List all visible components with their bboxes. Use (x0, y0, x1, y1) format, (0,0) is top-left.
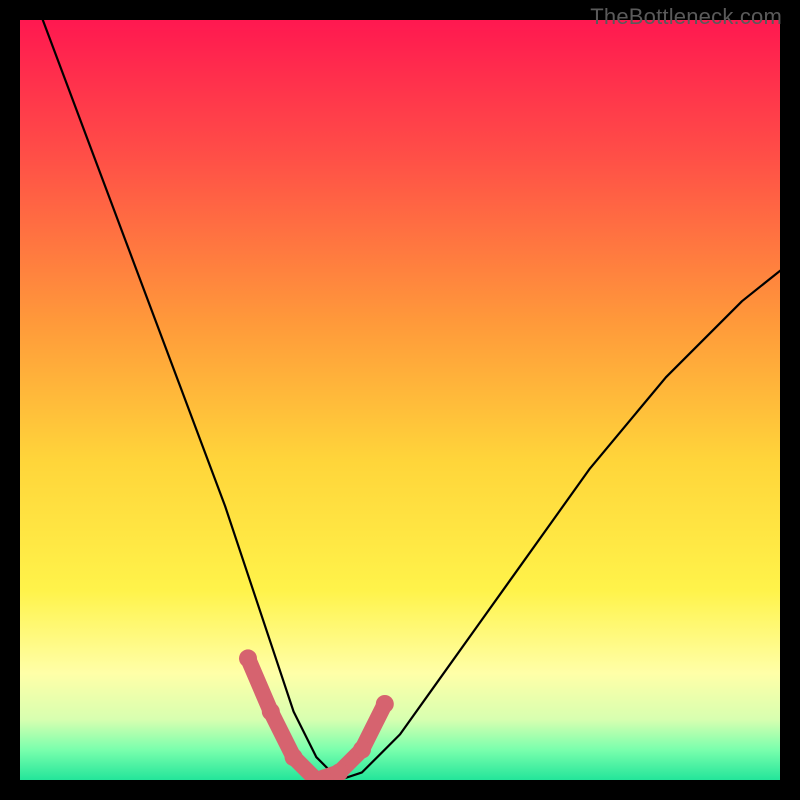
highlight-dot (285, 748, 303, 766)
watermark-text: TheBottleneck.com (590, 4, 782, 30)
highlight-dot (353, 741, 371, 759)
bottleneck-curve (43, 20, 780, 780)
highlight-dot (239, 649, 257, 667)
highlight-dot (262, 703, 280, 721)
highlight-dot (376, 695, 394, 713)
curve-overlay (20, 20, 780, 780)
